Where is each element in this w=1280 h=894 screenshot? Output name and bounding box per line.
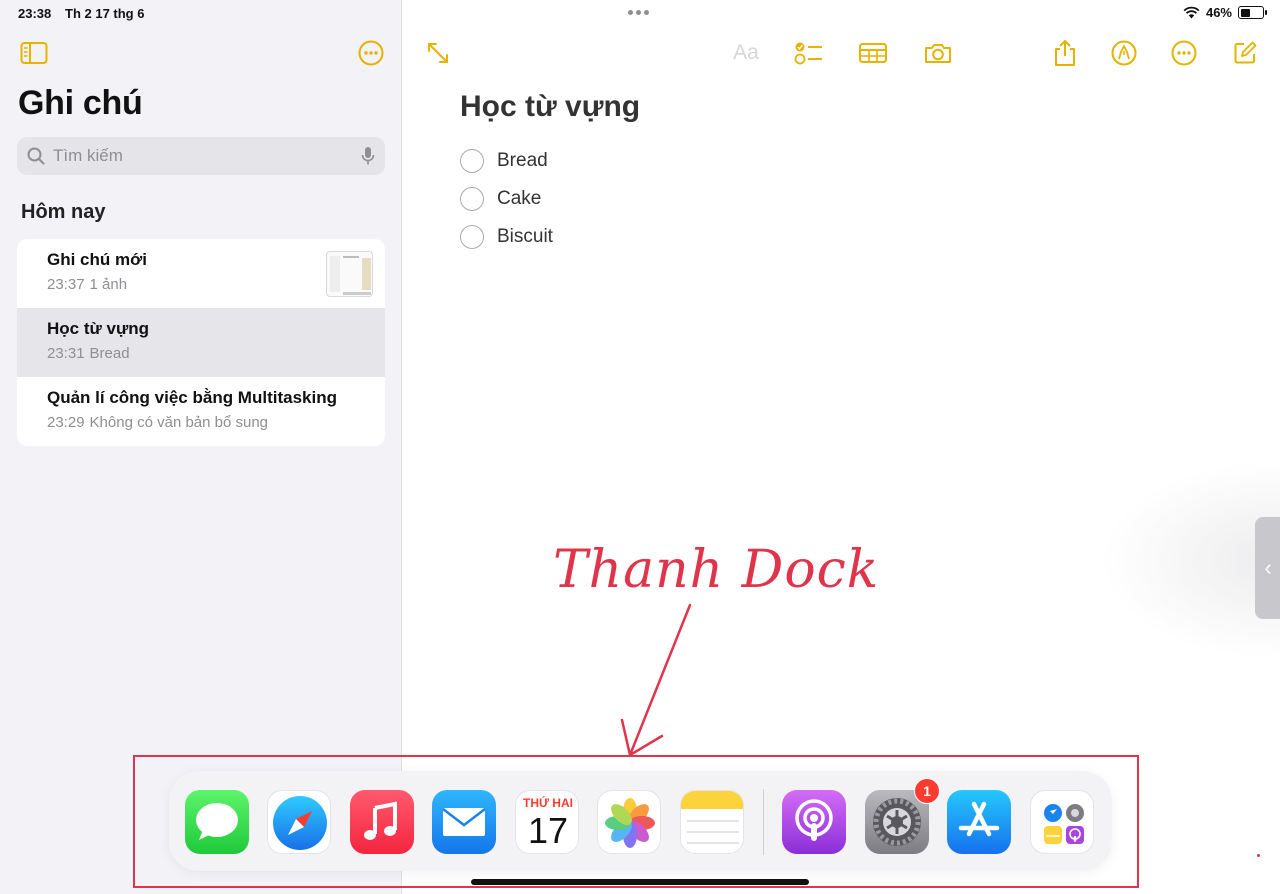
share-icon[interactable] (1052, 38, 1078, 68)
expand-icon[interactable] (424, 38, 452, 68)
note-preview: 1 ảnh (89, 276, 128, 293)
safari-app-icon[interactable] (267, 790, 331, 854)
format-button[interactable]: Aa (729, 38, 763, 68)
note-title: Ghi chú mới (47, 250, 147, 269)
music-app-icon[interactable] (350, 790, 414, 854)
photos-app-icon[interactable] (597, 790, 661, 854)
checkbox-circle-icon[interactable] (460, 225, 484, 249)
markup-pen-icon[interactable] (1110, 38, 1138, 68)
podcasts-app-icon[interactable] (782, 790, 846, 854)
section-header-today: Hôm nay (21, 201, 106, 223)
table-icon[interactable] (857, 38, 889, 68)
search-bar[interactable]: Tìm kiếm (17, 137, 385, 175)
note-meta: 23:37 1 ảnh (47, 276, 355, 293)
annotation-dot (1257, 854, 1260, 857)
side-shadow (1100, 460, 1280, 660)
note-list-item[interactable]: Học từ vựng 23:31 Bread (17, 308, 385, 377)
mail-app-icon[interactable] (432, 790, 496, 854)
camera-icon[interactable] (922, 38, 954, 68)
multitasking-menu-icon[interactable] (628, 10, 649, 15)
checkbox-circle-icon[interactable] (460, 187, 484, 211)
status-time: 23:38 (18, 6, 52, 21)
status-right: 46% (1183, 5, 1267, 20)
note-list-item[interactable]: Quản lí công việc bằng Multitasking 23:2… (17, 377, 385, 446)
note-heading[interactable]: Học từ vựng (460, 90, 640, 124)
search-input[interactable]: Tìm kiếm (53, 146, 361, 166)
compose-icon[interactable] (1232, 38, 1258, 68)
note-meta: 23:31 Bread (47, 345, 355, 362)
wifi-icon (1183, 6, 1200, 19)
chevron-left-icon: ‹ (1264, 555, 1272, 580)
battery-percent: 46% (1205, 5, 1232, 20)
note-preview: Bread (89, 345, 130, 362)
note-preview: Không có văn bản bổ sung (89, 414, 269, 431)
note-meta: 23:29 Không có văn bản bổ sung (47, 414, 355, 431)
sidebar-more-icon[interactable] (358, 40, 384, 66)
dock: THỨ HAI 17 1 (169, 771, 1112, 871)
checklist: Bread Cake Biscuit (460, 142, 553, 256)
sidebar-toggle-icon[interactable] (20, 41, 48, 65)
annotation-arrow-icon (620, 603, 692, 757)
calendar-app-icon[interactable]: THỨ HAI 17 (515, 790, 579, 854)
messages-app-icon[interactable] (185, 790, 249, 854)
checkbox-circle-icon[interactable] (460, 149, 484, 173)
note-list-item[interactable]: Ghi chú mới 23:37 1 ảnh (17, 239, 385, 308)
slide-over-handle[interactable]: ‹ (1255, 517, 1280, 619)
note-title: Quản lí công việc bằng Multitasking (47, 388, 337, 407)
battery-icon (1238, 6, 1267, 19)
checklist-label[interactable]: Biscuit (497, 226, 553, 248)
status-date: Th 2 17 thg 6 (65, 6, 145, 21)
more-icon[interactable] (1170, 38, 1198, 68)
page-title: Ghi chú (18, 84, 143, 122)
checklist-item[interactable]: Cake (460, 180, 553, 218)
checklist-label[interactable]: Cake (497, 188, 541, 210)
note-time: 23:37 (47, 276, 85, 293)
note-time: 23:29 (47, 414, 85, 431)
checklist-item[interactable]: Biscuit (460, 218, 553, 256)
notification-badge: 1 (914, 778, 940, 804)
checklist-icon[interactable] (794, 38, 824, 68)
note-thumbnail (326, 251, 373, 297)
search-icon (27, 147, 45, 165)
dock-divider (763, 789, 764, 855)
calendar-date: 17 (527, 810, 569, 851)
calendar-weekday: THỨ HAI (523, 796, 573, 810)
microphone-icon[interactable] (361, 146, 375, 166)
home-indicator[interactable] (471, 879, 809, 885)
notes-app-icon[interactable] (680, 790, 744, 854)
checklist-label[interactable]: Bread (497, 150, 548, 172)
note-time: 23:31 (47, 345, 85, 362)
app-store-app-icon[interactable] (947, 790, 1011, 854)
notes-list: Ghi chú mới 23:37 1 ảnh Học từ vựng 23:31… (17, 239, 385, 446)
note-title: Học từ vựng (47, 319, 150, 338)
app-library-folder-icon[interactable] (1030, 790, 1094, 854)
checklist-item[interactable]: Bread (460, 142, 553, 180)
